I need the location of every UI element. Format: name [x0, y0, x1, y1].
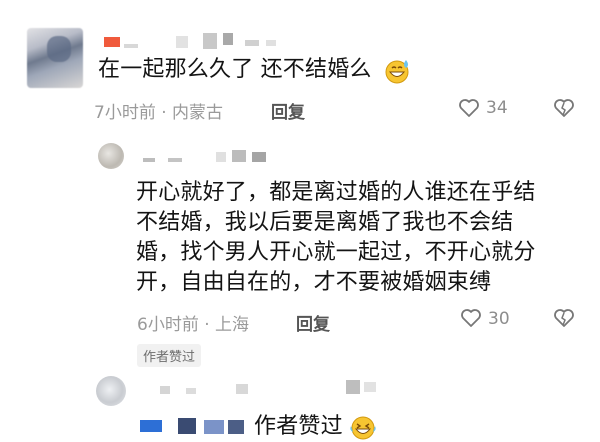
text-blurred	[228, 420, 244, 434]
author-liked-badge: 作者赞过	[137, 344, 202, 367]
username-blurred[interactable]	[143, 158, 155, 162]
text-blurred	[204, 420, 224, 434]
comment-meta: 6小时前 · 上海	[137, 315, 250, 335]
comment-line: 开，自由自在的，才不要被婚姻束缚	[136, 270, 492, 295]
username-blurred	[203, 33, 217, 49]
comment-text-3: 作者赞过	[254, 414, 343, 439]
username-blurred	[176, 36, 188, 48]
comment-line: 婚，找个男人开心就一起过，不开心就分	[136, 240, 536, 265]
username-blurred	[364, 382, 376, 392]
username-blurred	[252, 152, 266, 162]
grinning-sweat-emoji	[384, 58, 412, 84]
broken-heart-icon[interactable]	[553, 98, 575, 118]
comment-line: 不结婚，我以后要是离婚了我也不会结	[136, 210, 514, 235]
text-blurred	[140, 420, 162, 432]
username-blurred	[223, 33, 233, 45]
heart-outline-icon[interactable]	[460, 308, 482, 328]
comment-meta: 7小时前 · 内蒙古	[94, 103, 224, 123]
username-blurred	[216, 152, 226, 162]
comment-text-2: 开心就好了，都是离过婚的人谁还在乎结 不结婚，我以后要是离婚了我也不会结 婚，找…	[136, 178, 586, 298]
like-count: 30	[488, 309, 510, 329]
avatar[interactable]	[96, 376, 126, 406]
username-blurred[interactable]	[124, 44, 138, 48]
reply-button[interactable]: 回复	[271, 98, 305, 123]
user-level-badge	[104, 37, 120, 47]
username-blurred	[266, 40, 276, 46]
username-blurred	[168, 158, 182, 162]
avatar[interactable]	[98, 143, 124, 169]
broken-heart-icon[interactable]	[553, 308, 575, 328]
username-blurred[interactable]	[160, 386, 170, 394]
avatar[interactable]	[27, 28, 83, 88]
username-blurred	[245, 40, 259, 46]
username-blurred	[236, 384, 248, 394]
like-count: 34	[486, 98, 508, 118]
username-blurred	[186, 388, 196, 394]
heart-outline-icon[interactable]	[458, 98, 480, 118]
username-blurred	[346, 380, 360, 394]
comment-text-1: 在一起那么久了 还不结婚么	[98, 57, 372, 82]
laughing-tears-emoji	[348, 414, 378, 441]
username-blurred	[232, 150, 246, 162]
text-blurred	[178, 418, 196, 434]
reply-button[interactable]: 回复	[296, 310, 330, 335]
comment-line: 开心就好了，都是离过婚的人谁还在乎结	[136, 180, 536, 205]
